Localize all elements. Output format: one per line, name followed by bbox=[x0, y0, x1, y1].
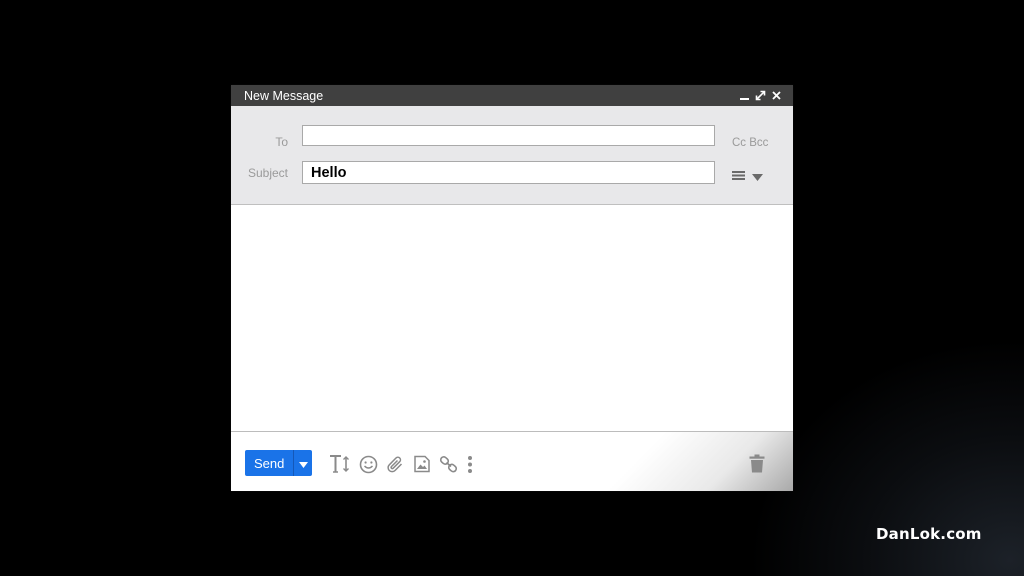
send-button[interactable]: Send bbox=[245, 450, 294, 476]
send-options-button[interactable] bbox=[293, 450, 313, 476]
expand-icon[interactable] bbox=[755, 90, 766, 101]
formatting-toolbar bbox=[329, 454, 473, 474]
attach-icon[interactable] bbox=[386, 455, 405, 474]
text-format-icon[interactable] bbox=[329, 454, 351, 474]
menu-lines-icon[interactable] bbox=[732, 168, 745, 186]
to-label: To bbox=[275, 135, 288, 149]
link-icon[interactable] bbox=[439, 455, 459, 474]
cc-bcc-links: Cc Bcc bbox=[732, 137, 768, 149]
more-options-icon[interactable] bbox=[467, 455, 473, 474]
message-body[interactable] bbox=[231, 205, 793, 432]
chevron-down-icon[interactable] bbox=[752, 168, 763, 186]
watermark-text: DanLok.com bbox=[876, 525, 982, 543]
window-controls bbox=[739, 90, 782, 101]
emoji-icon[interactable] bbox=[359, 455, 378, 474]
compose-titlebar: New Message bbox=[231, 85, 793, 106]
subject-tools bbox=[732, 168, 763, 186]
bcc-link[interactable]: Bcc bbox=[749, 137, 768, 149]
trash-icon[interactable] bbox=[749, 454, 765, 478]
cc-link[interactable]: Cc bbox=[732, 137, 746, 149]
close-icon[interactable] bbox=[771, 90, 782, 101]
compose-footer: Send bbox=[231, 432, 793, 491]
subject-label: Subject bbox=[247, 166, 288, 180]
minimize-icon[interactable] bbox=[739, 90, 750, 101]
send-button-group: Send bbox=[245, 450, 313, 476]
subject-input[interactable] bbox=[302, 161, 715, 184]
compose-window: New Message To Subject Hello Cc Bcc Send bbox=[231, 85, 793, 491]
compose-header: To Subject Cc Bcc bbox=[231, 106, 793, 205]
video-frame: New Message To Subject Hello Cc Bcc Send… bbox=[0, 0, 1024, 576]
image-icon[interactable] bbox=[413, 455, 431, 473]
to-input[interactable] bbox=[302, 125, 715, 146]
compose-title: New Message bbox=[244, 88, 324, 103]
send-options-chevron-icon bbox=[298, 456, 308, 471]
